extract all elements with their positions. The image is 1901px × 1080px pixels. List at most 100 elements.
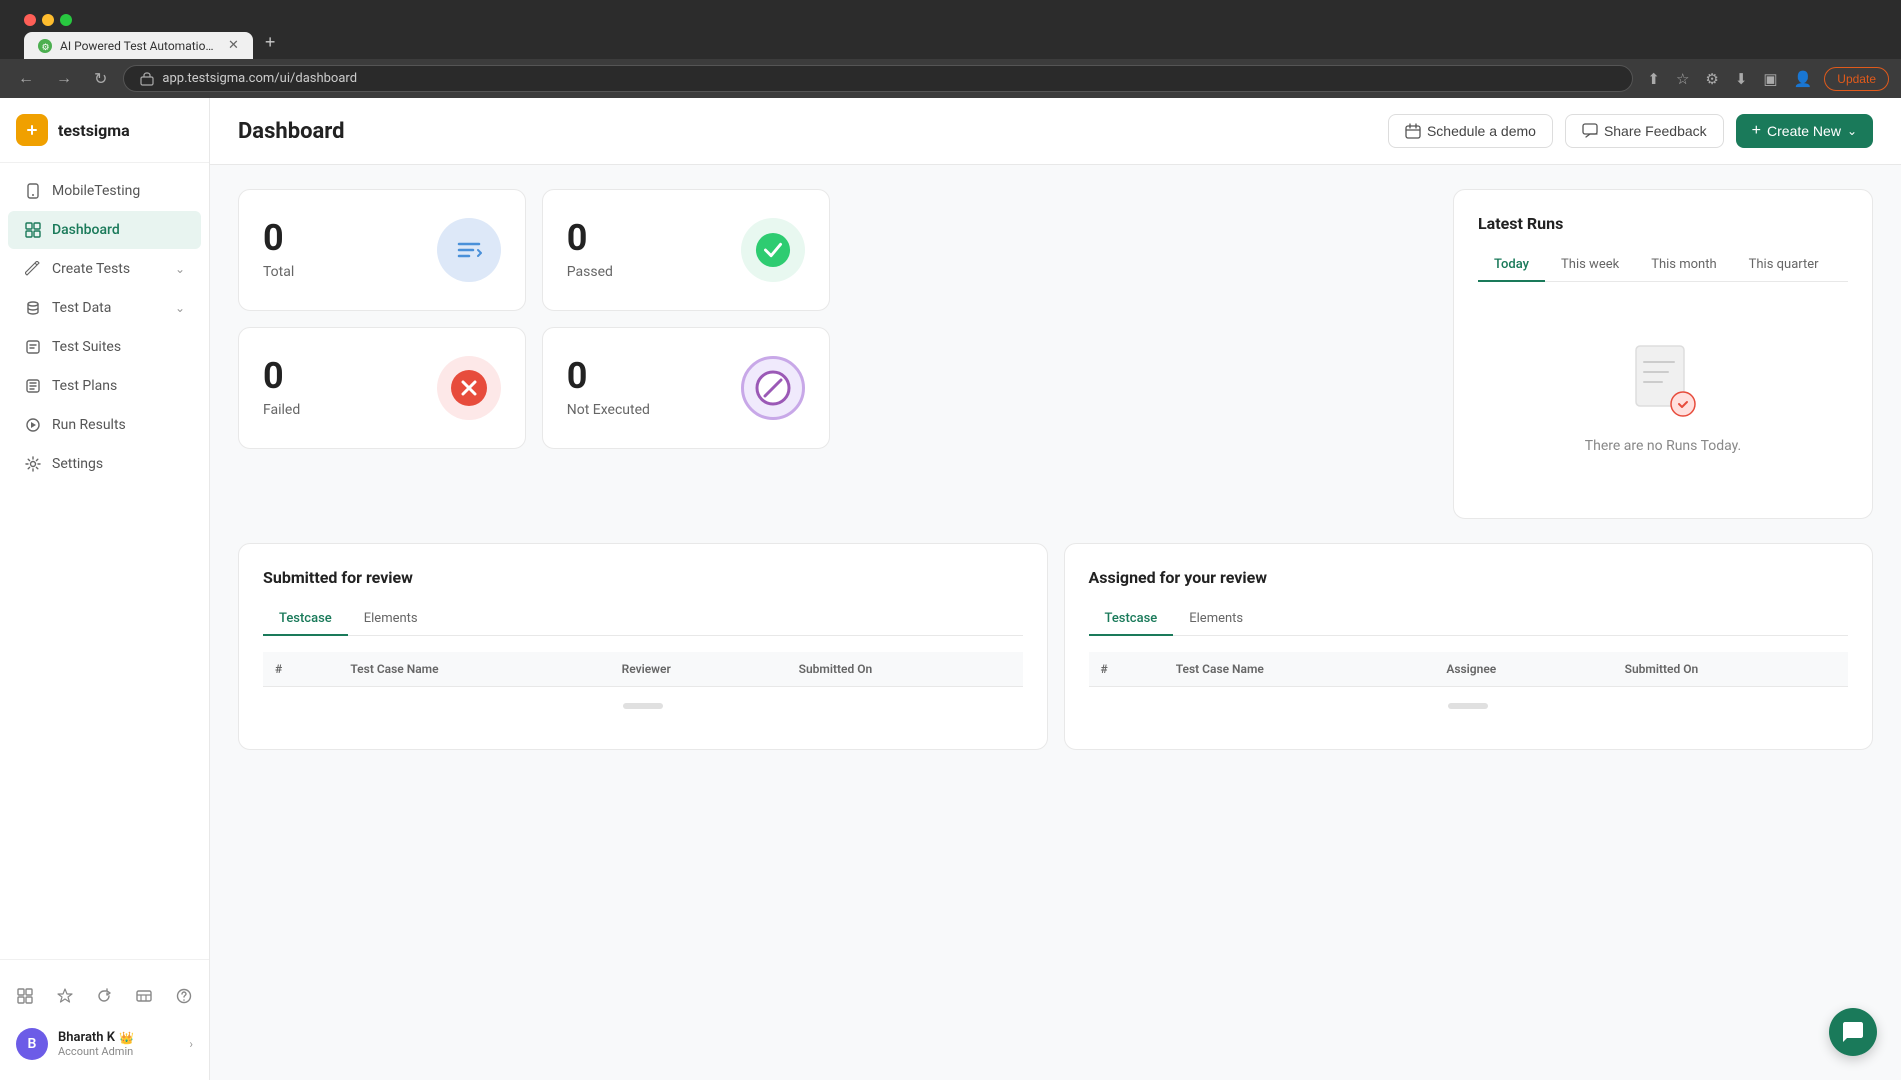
extension-icon[interactable]: ⚙ — [1701, 66, 1722, 92]
bookmark-icon[interactable]: ☆ — [1672, 66, 1693, 92]
url-bar[interactable]: app.testsigma.com/ui/dashboard — [123, 65, 1633, 92]
passed-icon — [741, 218, 805, 282]
star-icon[interactable] — [49, 980, 81, 1012]
stat-label-total: Total — [263, 264, 294, 280]
stat-number-failed: 0 — [263, 358, 300, 394]
traffic-light-yellow[interactable] — [42, 14, 54, 26]
submitted-review-tab-elements[interactable]: Elements — [348, 603, 434, 636]
submitted-review-card: Submitted for review Testcase Elements # — [238, 543, 1048, 750]
stats-wrapper: 0 Total 0 — [238, 189, 1873, 519]
chat-icon — [1841, 1020, 1865, 1044]
stat-number-not-executed: 0 — [567, 358, 650, 394]
submitted-col-date: Submitted On — [787, 652, 1023, 687]
stats-grid-left: 0 Total 0 — [238, 189, 830, 449]
user-role: Account Admin — [58, 1045, 179, 1058]
submitted-review-tab-testcase[interactable]: Testcase — [263, 603, 348, 636]
create-tests-icon — [24, 260, 42, 278]
forward-button[interactable]: → — [50, 68, 78, 90]
share-icon[interactable]: ⬆ — [1643, 66, 1664, 92]
browser-tab-active[interactable]: ⚙ AI Powered Test Automation Pl ✕ — [24, 32, 253, 59]
tab-favicon: ⚙ — [38, 39, 52, 53]
page-title: Dashboard — [238, 119, 345, 144]
latest-runs-card: Latest Runs Today This week This month T… — [1453, 189, 1873, 519]
assigned-review-tab-testcase[interactable]: Testcase — [1089, 603, 1174, 636]
calendar-icon — [1405, 123, 1421, 139]
run-tab-today[interactable]: Today — [1478, 249, 1545, 282]
grid-icon[interactable] — [9, 980, 41, 1012]
header-actions: Schedule a demo Share Feedback + Create … — [1388, 114, 1873, 148]
assigned-col-date: Submitted On — [1613, 652, 1848, 687]
run-tab-this-quarter[interactable]: This quarter — [1733, 249, 1835, 282]
sidebar-item-mobile-testing[interactable]: MobileTesting — [8, 172, 201, 210]
sidebar-item-settings[interactable]: Settings — [8, 445, 201, 483]
share-feedback-button[interactable]: Share Feedback — [1565, 114, 1724, 148]
submitted-col-name: Test Case Name — [338, 652, 609, 687]
assigned-col-assignee: Assignee — [1434, 652, 1612, 687]
assigned-review-tab-elements[interactable]: Elements — [1173, 603, 1259, 636]
sidebar-item-test-data[interactable]: Test Data ⌄ — [8, 289, 201, 327]
sidebar-item-run-results[interactable]: Run Results — [8, 406, 201, 444]
main-header: Dashboard Schedule a demo Share Feedback… — [210, 98, 1901, 165]
new-tab-button[interactable]: + — [255, 26, 286, 59]
sidebar-item-test-suites[interactable]: Test Suites — [8, 328, 201, 366]
test-suites-icon — [24, 338, 42, 356]
sidebar-bottom-icons — [8, 972, 201, 1020]
run-results-icon — [24, 416, 42, 434]
assigned-review-card: Assigned for your review Testcase Elemen… — [1064, 543, 1874, 750]
stat-info-total: 0 Total — [263, 220, 294, 280]
run-tab-this-week[interactable]: This week — [1545, 249, 1635, 282]
logo-text: testsigma — [58, 121, 130, 140]
tab-title: AI Powered Test Automation Pl — [60, 39, 220, 53]
submitted-col-hash: # — [263, 652, 338, 687]
user-info-panel[interactable]: B Bharath K 👑 Account Admin › — [8, 1020, 201, 1068]
failed-icon — [437, 356, 501, 420]
no-runs-icon — [1628, 342, 1698, 422]
crown-icon: 👑 — [119, 1031, 134, 1045]
submitted-review-tabs: Testcase Elements — [263, 603, 1023, 636]
back-button[interactable]: ← — [12, 68, 40, 90]
layout-icon[interactable]: ▣ — [1759, 66, 1781, 92]
runs-tabs: Today This week This month This quarter — [1478, 249, 1848, 282]
scroll-indicator — [623, 703, 663, 709]
sidebar-navigation: MobileTesting Dashboard Create Tests ⌄ — [0, 163, 209, 959]
mobile-testing-icon — [24, 182, 42, 200]
sidebar-item-create-tests[interactable]: Create Tests ⌄ — [8, 250, 201, 288]
table-icon[interactable] — [128, 980, 160, 1012]
stat-label-passed: Passed — [567, 264, 613, 280]
browser-action-buttons: ⬆ ☆ ⚙ ⬇ ▣ 👤 Update — [1643, 66, 1889, 92]
sidebar-item-label-dashboard: Dashboard — [52, 222, 120, 238]
user-chevron-icon: › — [189, 1037, 193, 1051]
refresh-button[interactable]: ↻ — [88, 67, 113, 91]
create-new-chevron-icon: ⌄ — [1847, 124, 1857, 138]
refresh-icon[interactable] — [88, 980, 120, 1012]
dashboard-icon — [24, 221, 42, 239]
stat-card-total: 0 Total — [238, 189, 526, 311]
sidebar-item-label-test-plans: Test Plans — [52, 378, 117, 394]
no-runs-container: There are no Runs Today. — [1478, 302, 1848, 494]
plus-icon: + — [1752, 122, 1761, 140]
run-tab-this-month[interactable]: This month — [1635, 249, 1732, 282]
update-button[interactable]: Update — [1824, 67, 1889, 91]
sidebar-item-dashboard[interactable]: Dashboard — [8, 211, 201, 249]
address-bar-container: ← → ↻ app.testsigma.com/ui/dashboard ⬆ ☆… — [0, 59, 1901, 98]
create-new-button[interactable]: + Create New ⌄ — [1736, 114, 1873, 148]
profile-icon[interactable]: 👤 — [1790, 66, 1817, 92]
traffic-light-green[interactable] — [60, 14, 72, 26]
stat-info-not-executed: 0 Not Executed — [567, 358, 650, 418]
schedule-demo-button[interactable]: Schedule a demo — [1388, 114, 1553, 148]
sidebar: testsigma MobileTesting Dashboard Create — [0, 98, 210, 1080]
tab-close-icon[interactable]: ✕ — [228, 38, 239, 53]
chat-fab-button[interactable] — [1829, 1008, 1877, 1056]
traffic-light-red[interactable] — [24, 14, 36, 26]
help-icon[interactable] — [168, 980, 200, 1012]
download-icon[interactable]: ⬇ — [1731, 66, 1752, 92]
test-plans-icon — [24, 377, 42, 395]
latest-runs-title: Latest Runs — [1478, 214, 1848, 233]
stat-label-failed: Failed — [263, 402, 300, 418]
stat-card-failed: 0 Failed — [238, 327, 526, 449]
settings-icon — [24, 455, 42, 473]
not-executed-icon — [741, 356, 805, 420]
sidebar-item-test-plans[interactable]: Test Plans — [8, 367, 201, 405]
feedback-icon — [1582, 123, 1598, 139]
stat-label-not-executed: Not Executed — [567, 402, 650, 418]
